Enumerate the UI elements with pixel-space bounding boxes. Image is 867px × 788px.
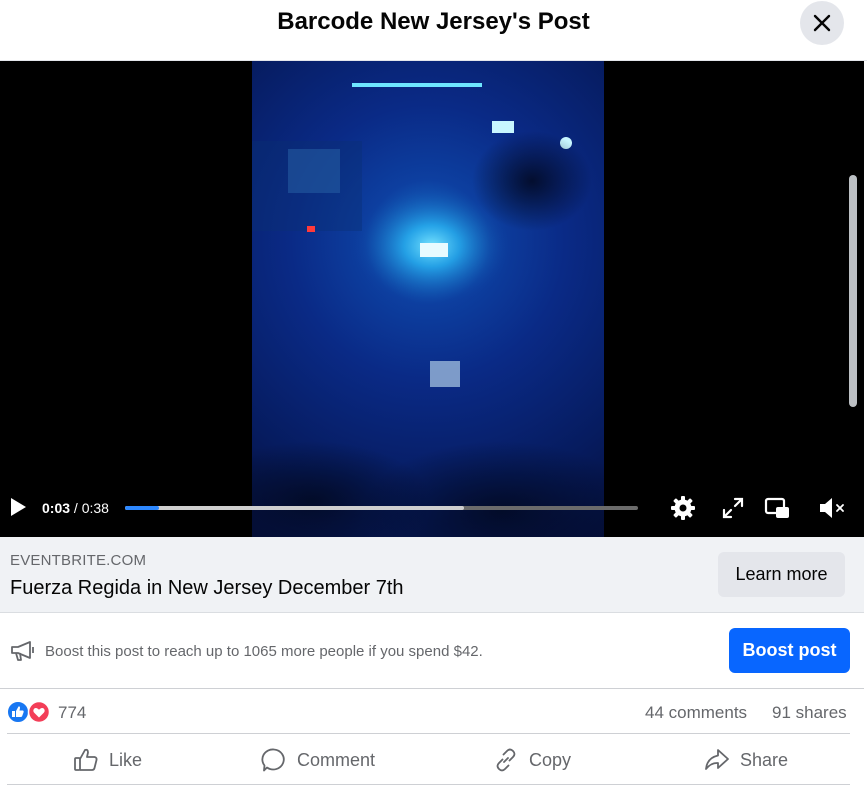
- boost-banner: Boost this post to reach up to 1065 more…: [0, 613, 864, 689]
- time-display: 0:03 / 0:38: [42, 500, 109, 516]
- settings-icon: [671, 496, 695, 520]
- comment-button[interactable]: Comment: [261, 736, 375, 784]
- link-domain: EVENTBRITE.COM: [10, 552, 147, 569]
- video-frame: [252, 61, 604, 537]
- like-reaction-icon: [7, 701, 29, 723]
- boost-post-button[interactable]: Boost post: [729, 628, 850, 673]
- megaphone-icon: [11, 641, 34, 661]
- picture-in-picture-button[interactable]: [764, 495, 790, 521]
- play-button[interactable]: [6, 495, 30, 519]
- close-icon: [813, 14, 831, 32]
- modal-scrollbar[interactable]: [849, 175, 857, 407]
- share-icon: [705, 749, 729, 770]
- play-icon: [11, 498, 26, 516]
- mute-button[interactable]: [818, 495, 848, 521]
- close-button[interactable]: [800, 1, 844, 45]
- time-separator: /: [70, 500, 82, 516]
- picture-in-picture-icon: [764, 497, 789, 518]
- love-reaction-icon: [27, 701, 51, 723]
- comment-label: Comment: [297, 749, 376, 770]
- engagement-stats: 774 44 comments 91 shares: [0, 689, 864, 734]
- link-title[interactable]: Fuerza Regida in New Jersey December 7th: [10, 577, 404, 600]
- link-icon: [496, 748, 516, 772]
- comment-icon: [261, 748, 285, 772]
- boost-description: Boost this post to reach up to 1065 more…: [45, 643, 483, 660]
- concert-scene: [252, 83, 604, 537]
- fullscreen-icon: [722, 497, 744, 519]
- like-icon: [74, 748, 98, 771]
- comments-count[interactable]: 44 comments: [645, 703, 747, 723]
- played-bar: [125, 506, 159, 510]
- fullscreen-button[interactable]: [720, 495, 746, 521]
- link-preview[interactable]: EVENTBRITE.COM Fuerza Regida in New Jers…: [0, 537, 864, 613]
- duration: 0:38: [81, 500, 109, 516]
- muted-volume-icon: [820, 498, 844, 518]
- copy-label: Copy: [529, 749, 572, 770]
- like-label: Like: [109, 749, 143, 770]
- shares-count[interactable]: 91 shares: [772, 703, 847, 723]
- divider: [7, 784, 850, 785]
- post-header: Barcode New Jersey's Post: [0, 0, 867, 61]
- settings-button[interactable]: [670, 495, 696, 521]
- share-button[interactable]: Share: [704, 736, 788, 784]
- share-label: Share: [740, 749, 789, 770]
- video-controls: 0:03 / 0:38: [0, 481, 864, 537]
- buffered-bar: [125, 506, 464, 510]
- copy-button[interactable]: Copy: [493, 736, 571, 784]
- reaction-icons[interactable]: [7, 701, 53, 723]
- learn-more-button[interactable]: Learn more: [718, 552, 845, 597]
- video-player[interactable]: 0:03 / 0:38: [0, 61, 864, 537]
- current-time: 0:03: [42, 500, 71, 516]
- reaction-count[interactable]: 774: [58, 703, 86, 723]
- action-bar: Like Comment Copy Share: [0, 736, 864, 784]
- like-button[interactable]: Like: [73, 736, 142, 784]
- progress-bar[interactable]: [125, 506, 638, 510]
- divider: [7, 733, 850, 734]
- post-title: Barcode New Jersey's Post: [277, 8, 590, 35]
